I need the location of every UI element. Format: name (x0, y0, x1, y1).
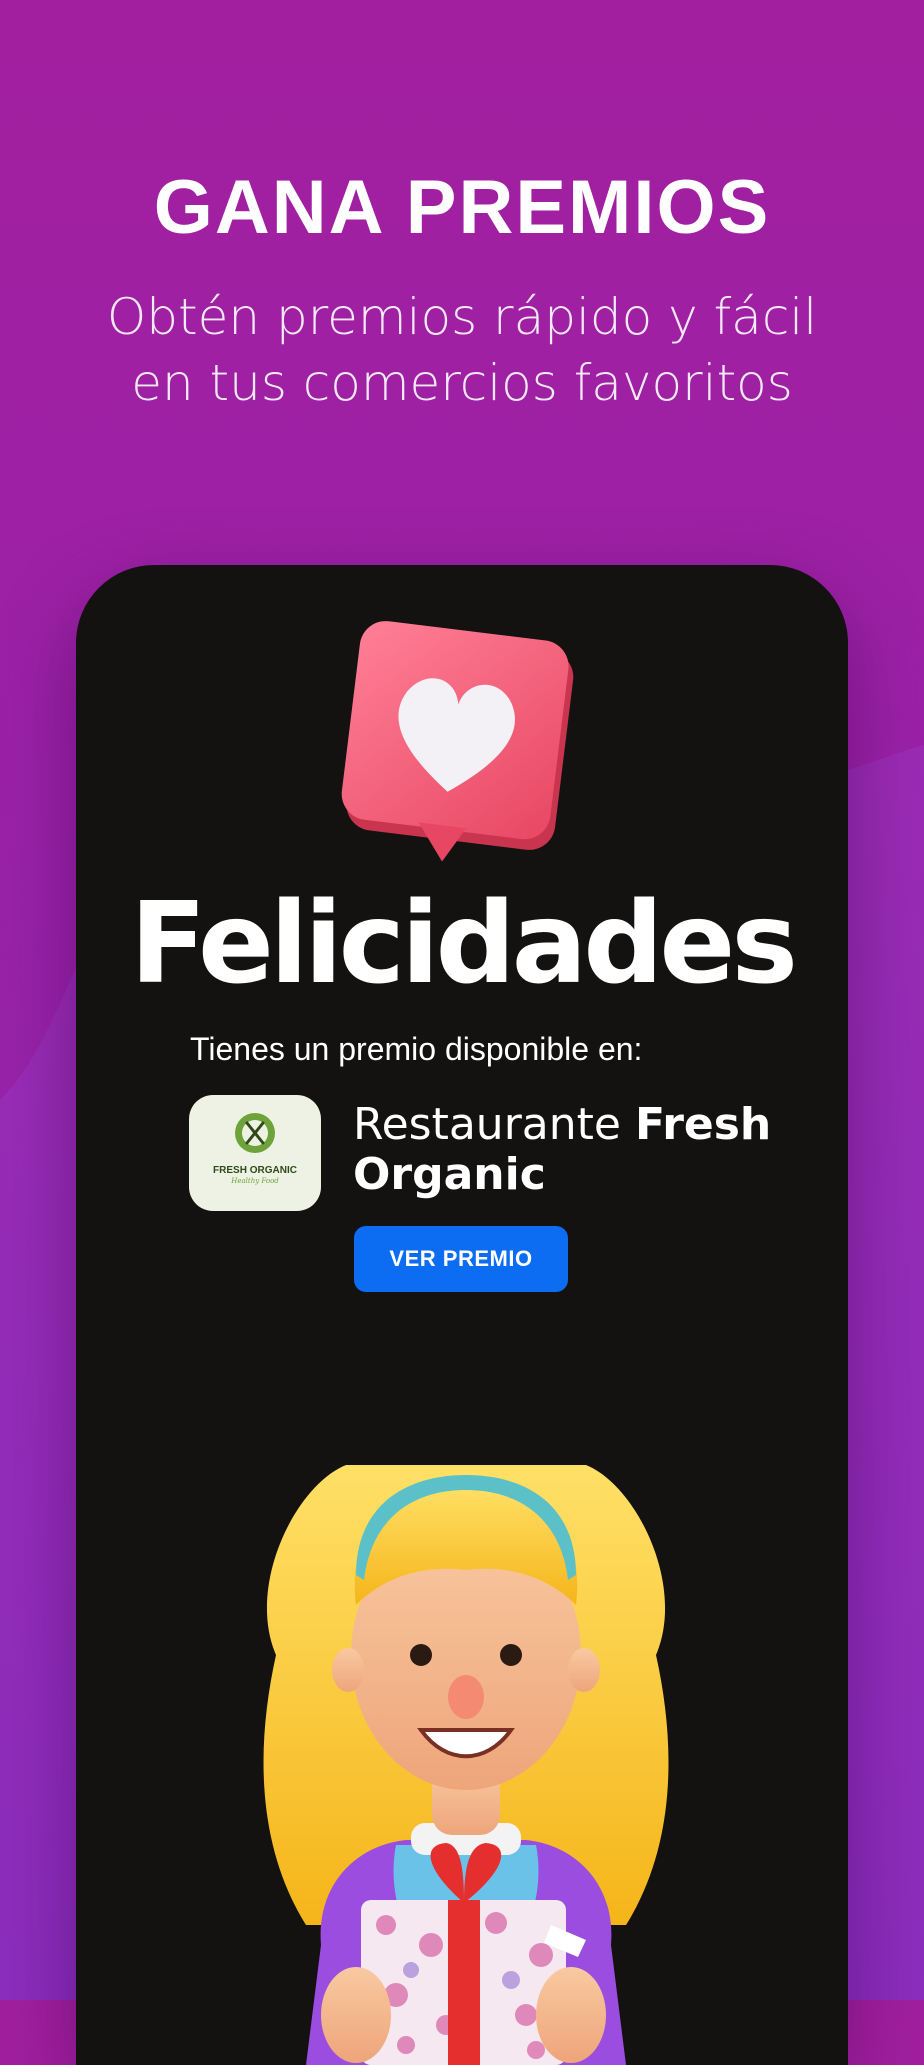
fork-spoon-leaf-icon (235, 1113, 275, 1153)
heart-speech-bubble-icon (341, 621, 574, 862)
merchant-logo-name: FRESH ORGANIC (213, 1165, 297, 1176)
promo-header: GANA PREMIOS Obtén premios rápido y fáci… (0, 170, 924, 416)
merchant-name-prefix: Restaurante (353, 1099, 621, 1150)
girl-with-gift-illustration (263, 1465, 669, 2065)
reward-card: Felicidades Tienes un premio disponible … (76, 565, 848, 2065)
merchant-logo-tagline: Healthy Food (231, 1177, 279, 1185)
merchant-name: Restaurante Fresh Organic (353, 1100, 773, 1200)
promo-subtitle: Obtén premios rápido y fácil en tus come… (106, 288, 818, 412)
available-prize-text: Tienes un premio disponible en: (190, 1031, 643, 1067)
merchant-logo[interactable]: FRESH ORGANIC Healthy Food (189, 1095, 321, 1211)
view-prize-button[interactable]: VER PREMIO (354, 1226, 568, 1292)
promo-title: GANA PREMIOS (153, 165, 771, 250)
congrats-title: Felicidades (129, 879, 798, 1009)
